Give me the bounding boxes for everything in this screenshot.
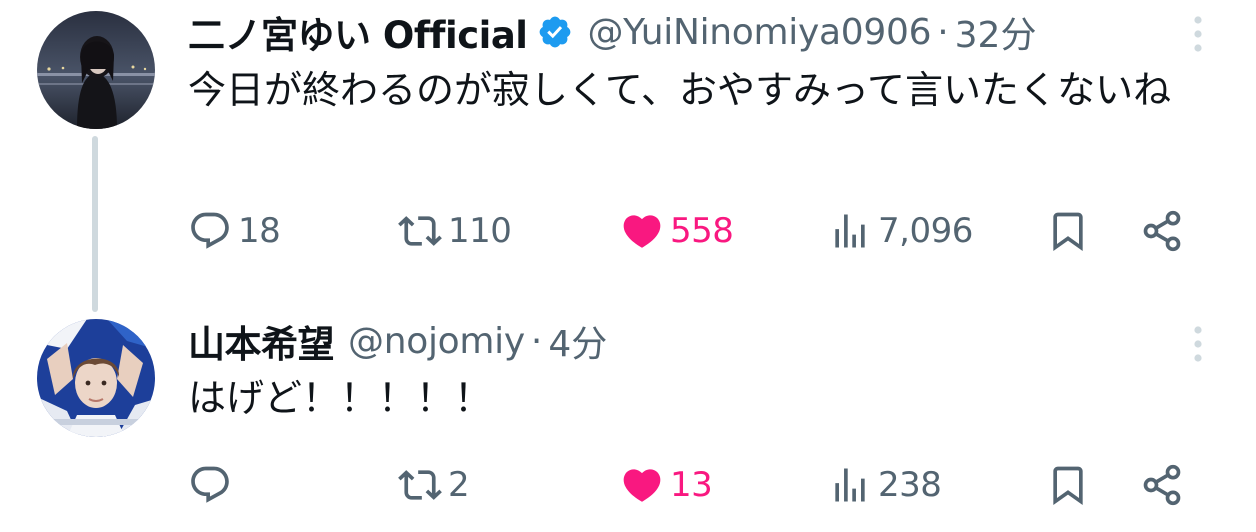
reply-button[interactable]: 18 <box>188 206 281 256</box>
avatar-photo <box>37 319 155 437</box>
tweet-header: 二ノ宮ゆい Official @YuiNinomiya0906 · 32分 <box>188 5 1037 59</box>
view-count: 7,096 <box>878 211 973 251</box>
bookmark-button[interactable] <box>1046 460 1090 510</box>
bookmark-icon <box>1053 466 1083 506</box>
views-button[interactable]: 7,096 <box>828 206 973 256</box>
view-count: 238 <box>878 465 942 505</box>
avatar-photo <box>37 11 155 129</box>
retweet-arrows-icon <box>398 216 442 246</box>
reply-button[interactable] <box>188 460 238 510</box>
action-bar: 18 110 558 7,096 <box>188 206 1198 256</box>
handle[interactable]: @nojomiy <box>348 321 525 362</box>
tweet[interactable]: 山本希望 @nojomiy · 4分 はげど！！！！！ 2 13 238 <box>0 310 1256 532</box>
vertical-dots-icon[interactable] <box>1190 14 1206 54</box>
bar-chart-icon <box>835 468 865 502</box>
like-count: 558 <box>670 211 734 251</box>
thread-connector-line <box>92 136 98 312</box>
avatar[interactable] <box>37 11 155 129</box>
avatar[interactable] <box>37 319 155 437</box>
views-button[interactable]: 238 <box>828 460 942 510</box>
share-button[interactable] <box>1140 206 1184 256</box>
timestamp[interactable]: 32分 <box>955 6 1037 58</box>
bar-chart-icon <box>835 214 865 248</box>
bookmark-icon <box>1053 212 1083 252</box>
display-name[interactable]: 山本希望 <box>188 314 335 368</box>
display-name[interactable]: 二ノ宮ゆい Official <box>188 5 528 59</box>
reply-count: 18 <box>238 211 281 251</box>
tweet[interactable]: 二ノ宮ゆい Official @YuiNinomiya0906 · 32分 今日… <box>0 0 1256 312</box>
speech-bubble-icon <box>191 466 229 503</box>
like-button[interactable]: 13 <box>620 460 713 510</box>
heart-icon <box>623 469 661 502</box>
retweet-button[interactable]: 2 <box>398 460 470 510</box>
retweet-button[interactable]: 110 <box>398 206 512 256</box>
handle[interactable]: @YuiNinomiya0906 <box>587 12 931 53</box>
retweet-arrows-icon <box>398 470 442 500</box>
action-bar: 2 13 238 <box>188 460 1198 510</box>
tweet-header: 山本希望 @nojomiy · 4分 <box>188 314 607 368</box>
share-nodes-icon <box>1143 464 1181 506</box>
vertical-dots-icon[interactable] <box>1190 324 1206 364</box>
like-button[interactable]: 558 <box>620 206 734 256</box>
heart-icon <box>623 215 661 248</box>
separator-dot: · <box>937 11 949 53</box>
retweet-count: 2 <box>448 465 470 505</box>
tweet-text: 今日が終わるのが寂しくて、おやすみって言いたくないね <box>188 68 1172 112</box>
verified-badge-icon <box>540 16 571 48</box>
share-button[interactable] <box>1140 460 1184 510</box>
tweet-text: はげど！！！！！ <box>188 376 493 420</box>
speech-bubble-icon <box>191 212 229 249</box>
share-nodes-icon <box>1143 210 1181 252</box>
like-count: 13 <box>670 465 713 505</box>
retweet-count: 110 <box>448 211 512 251</box>
timestamp[interactable]: 4分 <box>548 315 607 367</box>
bookmark-button[interactable] <box>1046 206 1090 256</box>
separator-dot: · <box>530 320 543 362</box>
